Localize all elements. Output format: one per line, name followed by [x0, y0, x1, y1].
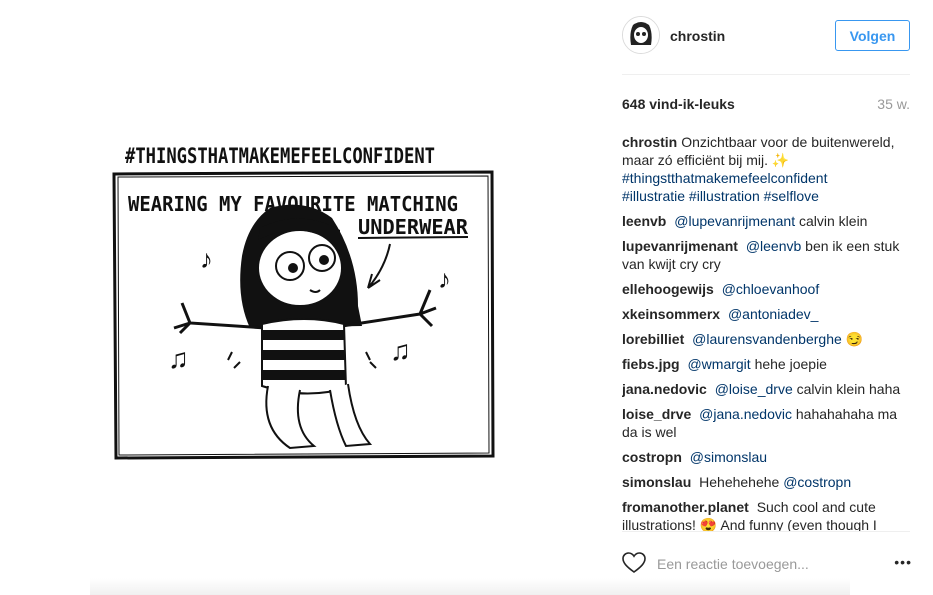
- heart-icon[interactable]: [622, 552, 646, 574]
- follow-button[interactable]: Volgen: [835, 20, 910, 51]
- comment-username[interactable]: ellehoogewijs: [622, 281, 714, 297]
- comment-username[interactable]: fiebs.jpg: [622, 356, 680, 372]
- comment-mention[interactable]: @simonslau: [690, 449, 767, 465]
- comment-username[interactable]: xkeinsommerx: [622, 306, 720, 322]
- comment: jana.nedovic @loise_drve calvin klein ha…: [622, 380, 912, 398]
- comment: fiebs.jpg @wmargit hehe joepie: [622, 355, 912, 373]
- hashtag-link[interactable]: #illustration: [689, 188, 760, 204]
- comment-mention[interactable]: @wmargit: [687, 356, 750, 372]
- header-divider: [622, 74, 910, 75]
- comment-mention[interactable]: @chloevanhoof: [722, 281, 820, 297]
- comment-mention[interactable]: @lupevanrijmenant: [674, 213, 795, 229]
- comment: xkeinsommerx @antoniadev_: [622, 305, 912, 323]
- smirk-emoji: 😏: [845, 331, 864, 347]
- comment: ellehoogewijs @chloevanhoof: [622, 280, 912, 298]
- comment-username[interactable]: fromanother.planet: [622, 499, 749, 515]
- comment-mention[interactable]: @leenvb: [746, 238, 801, 254]
- svg-text:♫: ♫: [390, 335, 411, 366]
- comment-bar: •••: [622, 548, 912, 580]
- more-options-icon[interactable]: •••: [894, 554, 912, 570]
- hashtag-link[interactable]: #illustratie: [622, 188, 685, 204]
- caption: chrostin Onzichtbaar voor de buitenwereld…: [622, 133, 912, 205]
- comment-text: Hehehehehe: [699, 474, 780, 490]
- svg-text:♪: ♪: [438, 264, 451, 294]
- avatar[interactable]: [622, 16, 660, 54]
- comment-mention[interactable]: @jana.nedovic: [699, 406, 792, 422]
- comment-username[interactable]: leenvb: [622, 213, 666, 229]
- comment-mention[interactable]: @antoniadev_: [728, 306, 819, 322]
- comment-username[interactable]: costropn: [622, 449, 682, 465]
- post-header: chrostin Volgen: [622, 16, 910, 58]
- comment-username[interactable]: simonslau: [622, 474, 691, 490]
- bottom-shadow: [90, 578, 850, 595]
- comments-list[interactable]: chrostin Onzichtbaar voor de buitenwereld…: [622, 133, 912, 531]
- comment-text: calvin klein: [798, 213, 868, 229]
- svg-text:♪: ♪: [200, 244, 213, 274]
- comic-illustration: #THINGSTHATMAKEMEFEELCONFIDENT WEARING M…: [112, 144, 495, 460]
- comment-mention[interactable]: @costropn: [783, 474, 851, 490]
- add-comment-input[interactable]: [657, 548, 867, 580]
- comment: lorebilliet @laurensvandenberghe 😏: [622, 330, 912, 348]
- comment-username[interactable]: jana.nedovic: [622, 381, 707, 397]
- comment-mention[interactable]: @laurensvandenberghe: [692, 331, 842, 347]
- comment-username[interactable]: loise_drve: [622, 406, 691, 422]
- arrow: [367, 243, 391, 289]
- avatar-illustration-icon: [623, 17, 659, 53]
- author-username[interactable]: chrostin: [670, 28, 725, 44]
- comment: leenvb @lupevanrijmenant calvin klein: [622, 212, 912, 230]
- comment: simonslau Hehehehehe @costropn: [622, 473, 912, 491]
- svg-text:♫: ♫: [168, 343, 189, 374]
- comment-text: hehe joepie: [754, 356, 827, 372]
- hashtag-link[interactable]: #thingstthatmakemefeelconfident: [622, 170, 827, 186]
- comment: lupevanrijmenant @leenvb ben ik een stuk…: [622, 237, 912, 273]
- comment-mention[interactable]: @loise_drve: [715, 381, 793, 397]
- comic-hashtag-title: #THINGSTHATMAKEMEFEELCONFIDENT: [125, 144, 435, 168]
- post-age[interactable]: 35 w.: [877, 96, 910, 112]
- comment: loise_drve @jana.nedovic hahahahaha ma d…: [622, 405, 912, 441]
- hashtag-link[interactable]: #selflove: [764, 188, 819, 204]
- caption-username[interactable]: chrostin: [622, 134, 677, 150]
- post-sidebar: chrostin Volgen 648 vind-ik-leuks 35 w. …: [600, 0, 933, 595]
- comment-username[interactable]: lorebilliet: [622, 331, 684, 347]
- comment: fromanother.planet Such cool and cute il…: [622, 498, 912, 531]
- post-photo[interactable]: #THINGSTHATMAKEMEFEELCONFIDENT WEARING M…: [0, 0, 600, 595]
- comment: costropn @simonslau: [622, 448, 912, 466]
- comment-text: calvin klein haha: [796, 381, 901, 397]
- comic-caption-line2: UNDERWEAR: [358, 215, 469, 239]
- sparkles-emoji: ✨: [771, 152, 790, 168]
- comment-username[interactable]: lupevanrijmenant: [622, 238, 738, 254]
- comments-divider: [622, 531, 910, 532]
- likes-count[interactable]: 648 vind-ik-leuks: [622, 96, 735, 112]
